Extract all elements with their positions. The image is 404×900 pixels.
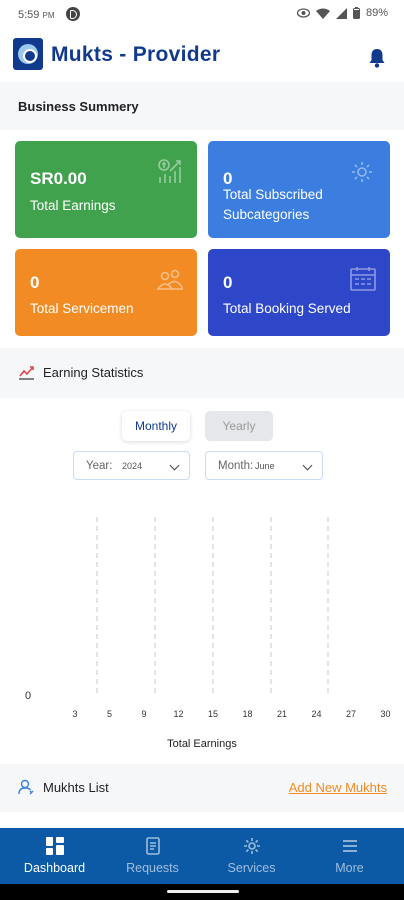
total-servicemen-card[interactable]: 0 Total Servicemen — [15, 249, 197, 336]
app-header: Mukts - Provider — [0, 30, 404, 82]
nav-requests[interactable]: Requests — [102, 828, 203, 884]
app-logo — [13, 38, 43, 70]
gesture-navigation-bar — [0, 884, 404, 900]
nav-dashboard[interactable]: Dashboard — [4, 828, 105, 884]
x-tick-label: 18 — [242, 709, 253, 719]
gear-icon — [352, 162, 372, 182]
x-tick-label: 12 — [173, 709, 184, 719]
x-tick-label: 9 — [141, 709, 147, 719]
y-tick-label: 0 — [25, 690, 31, 702]
x-tick-label: 24 — [311, 709, 322, 719]
signal-icon — [335, 7, 347, 19]
business-summary-header: Business Summery — [0, 82, 404, 130]
add-new-mukhts-link[interactable]: Add New Mukhts — [289, 780, 387, 795]
nav-services[interactable]: Services — [201, 828, 302, 884]
month-select-label: Month: — [218, 460, 254, 472]
total-servicemen-label: Total Servicemen — [30, 301, 134, 316]
services-icon — [244, 838, 260, 854]
wifi-icon — [315, 8, 330, 19]
month-select-value: June — [255, 461, 275, 471]
requests-icon — [146, 837, 160, 855]
year-select-value: 2024 — [122, 461, 143, 471]
x-tick-label: 5 — [106, 709, 112, 719]
eye-icon — [296, 8, 310, 18]
total-earnings-value: SR0.00 — [30, 169, 87, 188]
battery-icon — [352, 7, 360, 19]
battery-percent: 89% — [365, 7, 388, 19]
status-time: 5:59 PM — [18, 9, 55, 21]
tab-monthly[interactable]: Monthly — [122, 411, 190, 441]
dashboard-icon — [46, 837, 64, 855]
mukhts-list-header: Mukhts List Add New Mukhts — [0, 764, 404, 812]
menu-icon — [343, 840, 357, 852]
nav-more[interactable]: More — [299, 828, 400, 884]
nav-more-label: More — [335, 861, 364, 875]
nav-dashboard-label: Dashboard — [23, 861, 86, 875]
x-tick-label: 27 — [345, 709, 356, 719]
total-booking-served-card[interactable]: 0 Total Booking Served — [208, 249, 390, 336]
earning-statistics-header: Earning Statistics — [0, 348, 404, 398]
month-select[interactable]: Month: June — [205, 451, 323, 480]
status-bar: 5:59 PM 89% — [0, 0, 404, 30]
statistics-chart-icon — [19, 366, 34, 380]
user-icon — [18, 779, 34, 795]
x-tick-label: 21 — [276, 709, 287, 719]
calendar-icon — [350, 267, 376, 291]
total-subscribed-subcategories-card[interactable]: 0 Total Subscribed Subcategories — [208, 141, 390, 238]
tab-yearly[interactable]: Yearly — [205, 411, 273, 441]
x-tick-label: 3 — [72, 709, 78, 719]
chevron-down-icon — [169, 460, 180, 471]
total-booking-served-label: Total Booking Served — [223, 301, 351, 316]
notification-bell-icon[interactable] — [368, 48, 386, 68]
x-tick-label: 30 — [380, 709, 391, 719]
subscribed-subcategories-label: Total Subscribed Subcategories — [223, 187, 323, 222]
total-earnings-label: Total Earnings — [30, 198, 116, 213]
total-servicemen-value: 0 — [30, 273, 40, 292]
business-summary-title: Business Summery — [18, 99, 139, 114]
chart-x-axis-label: Total Earnings — [167, 738, 237, 750]
chevron-down-icon — [302, 460, 313, 471]
earning-statistics-title: Earning Statistics — [43, 365, 144, 380]
total-earnings-card[interactable]: SR0.00 Total Earnings — [15, 141, 197, 238]
nav-services-label: Services — [227, 861, 276, 875]
nav-requests-label: Requests — [126, 861, 179, 875]
year-select[interactable]: Year: 2024 — [73, 451, 190, 480]
earnings-chart-icon — [158, 159, 181, 183]
notification-app-icon — [66, 7, 80, 21]
x-tick-label: 15 — [207, 709, 218, 719]
total-booking-served-value: 0 — [223, 273, 233, 292]
mukhts-list-title: Mukhts List — [43, 780, 109, 795]
year-select-label: Year: — [86, 460, 113, 472]
app-title: Mukts - Provider — [51, 43, 221, 66]
servicemen-icon — [156, 269, 183, 290]
earning-line-chart: 0 — [25, 517, 386, 702]
bottom-navigation: Dashboard Requests Services More — [0, 828, 404, 884]
